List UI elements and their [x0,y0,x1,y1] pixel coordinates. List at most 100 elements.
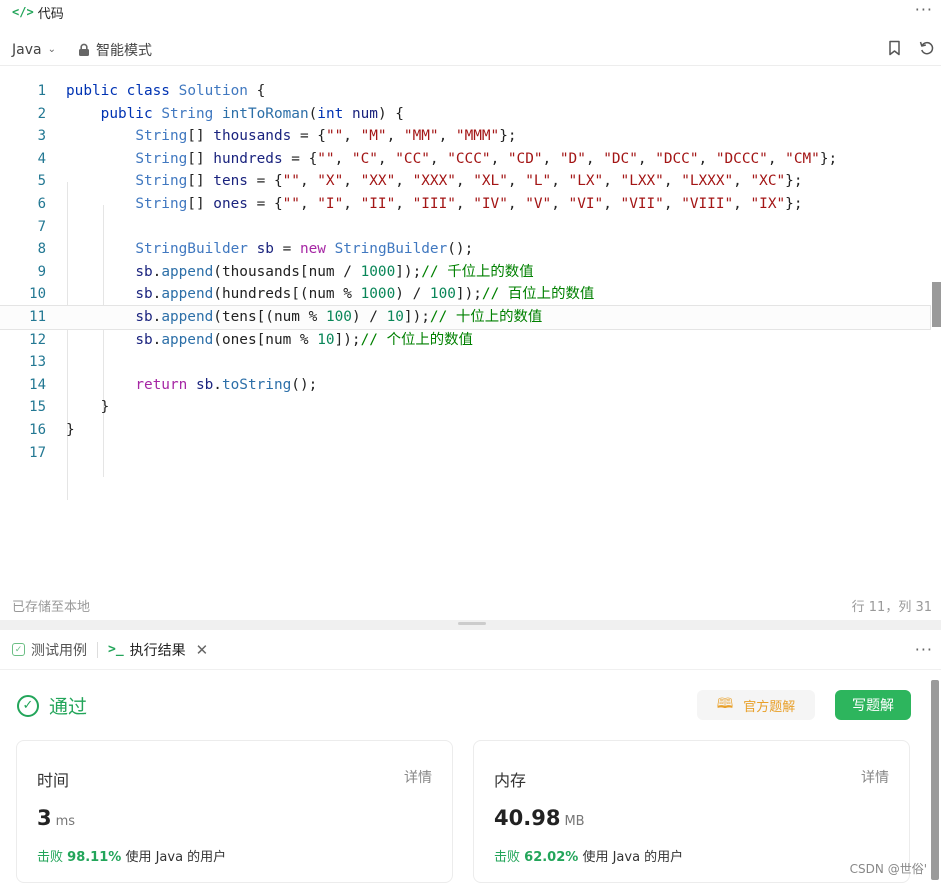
code-text: public class Solution { [66,80,265,103]
toolbar-right-icons [888,40,935,56]
code-line[interactable]: 2 public String intToRoman(int num) { [0,103,930,126]
runtime-detail-link[interactable]: 详情 [404,767,432,787]
result-scrollbar[interactable] [931,680,939,880]
code-token: "CCC" [447,150,491,167]
code-token: sb [135,286,153,303]
bookmark-icon[interactable] [888,40,901,56]
reset-icon[interactable] [919,40,935,56]
code-line[interactable]: 15 } [0,396,930,419]
line-number: 17 [29,444,46,461]
code-token: public [100,105,153,122]
code-text: sb.append(ones[num % 10]);// 个位上的数值 [66,329,473,352]
line-number: 8 [37,241,46,258]
tab-test-cases[interactable]: ✓ 测试用例 [12,640,87,660]
code-line[interactable]: 17 [0,442,930,465]
code-token: { [247,83,266,99]
code-token: "VI" [568,195,604,212]
code-token: "LXXX" [681,173,734,190]
code-line[interactable]: 7 [0,216,930,239]
memory-card[interactable]: 内存 详情 40.98 MB 击败 62.02% 使用 Java 的用户 [473,740,910,883]
code-token: }; [819,150,838,167]
code-token: , [733,173,751,190]
memory-value: 40.98 MB [494,806,585,830]
line-number: 16 [29,421,46,438]
code-token: , [603,173,621,190]
code-line[interactable]: 4 String[] hundreds = {"", "C", "CC", "C… [0,148,930,171]
tab-execution-result[interactable]: >_ 执行结果 ✕ [108,640,208,660]
panel-resize-handle[interactable] [458,622,486,625]
code-line[interactable]: 8 StringBuilder sb = new StringBuilder()… [0,238,930,261]
verdict: ✓ 通过 [17,692,87,719]
line-number: 5 [37,173,46,190]
code-token: "" [317,150,335,167]
code-token: , [386,128,404,145]
code-token: } [66,421,75,438]
code-line[interactable]: 5 String[] tens = {"", "X", "XX", "XXX",… [0,170,930,193]
code-token: (thousands[num / [213,263,361,280]
line-number: 1 [37,83,46,99]
code-editor[interactable]: 1 public class Solution {2 public String … [0,80,931,590]
code-token: , [455,173,474,190]
editor-toolbar: Java ⌄ 智能模式 [0,34,941,66]
code-line[interactable]: 13 [0,351,930,374]
close-icon[interactable]: ✕ [196,641,209,659]
code-token: , [299,195,318,212]
code-line[interactable]: 1 public class Solution { [0,80,930,103]
code-token: 1000 [360,286,396,303]
watermark: CSDN @世俗' [849,862,927,876]
code-line[interactable]: 12 sb.append(ones[num % 10]);// 个位上的数值 [0,329,930,352]
code-token: intToRoman [221,105,309,122]
write-solution-button[interactable]: 写题解 [835,690,911,720]
code-token: "CM" [785,150,820,167]
code-token: , [429,150,448,167]
beat-suffix: 使用 Java 的用户 [125,850,227,865]
language-selector[interactable]: Java ⌄ [12,42,56,58]
code-line[interactable]: 11 sb.append(tens[(num % 100) / 10]);// … [0,304,931,330]
code-line[interactable]: 9 sb.append(thousands[num / 1000]);// 千位… [0,261,930,284]
checkbox-icon: ✓ [12,643,25,656]
code-token: ]); [334,331,361,348]
editor-scrollbar[interactable] [932,282,941,327]
code-token: , [663,195,682,212]
tab-label: 测试用例 [31,642,87,659]
more-options-icon[interactable]: ··· [915,2,933,18]
code-token: ) / [395,286,430,303]
line-number: 9 [37,263,46,280]
memory-detail-link[interactable]: 详情 [861,767,889,787]
runtime-unit: ms [55,814,76,829]
official-solution-button[interactable]: 🕮 官方题解 [697,690,815,720]
code-token: "D" [559,150,586,167]
code-token: "L" [525,173,552,190]
code-line[interactable]: 3 String[] thousands = {"", "M", "MM", "… [0,125,930,148]
code-token: append [161,286,214,303]
terminal-icon: >_ [108,642,124,657]
code-token: StringBuilder [334,241,448,258]
runtime-card[interactable]: 时间 详情 3 ms 击败 98.11% 使用 Java 的用户 [16,740,453,883]
beat-prefix: 击败 [37,850,64,865]
code-token: "XX" [360,173,396,190]
line-number: 13 [29,354,46,371]
runtime-beat: 击败 98.11% 使用 Java 的用户 [37,846,226,865]
smart-mode-toggle[interactable]: 智能模式 [78,40,152,60]
code-line[interactable]: 14 return sb.toString(); [0,374,930,397]
code-token: int [317,105,344,122]
more-options-icon[interactable]: ··· [915,642,933,658]
code-token: "VII" [620,195,664,212]
book-icon: 🕮 [716,696,734,712]
line-number: 2 [37,105,46,122]
code-line[interactable]: 16} [0,419,930,442]
code-token: , [663,173,682,190]
code-line[interactable]: 6 String[] ones = {"", "I", "II", "III",… [0,193,930,216]
code-token: , [395,173,413,190]
code-line[interactable]: 10 sb.append(hundreds[(num % 1000) / 100… [0,283,930,306]
code-token: append [161,331,214,348]
code-token: , [299,173,318,190]
lock-icon [78,43,89,56]
code-token: . [152,263,162,280]
